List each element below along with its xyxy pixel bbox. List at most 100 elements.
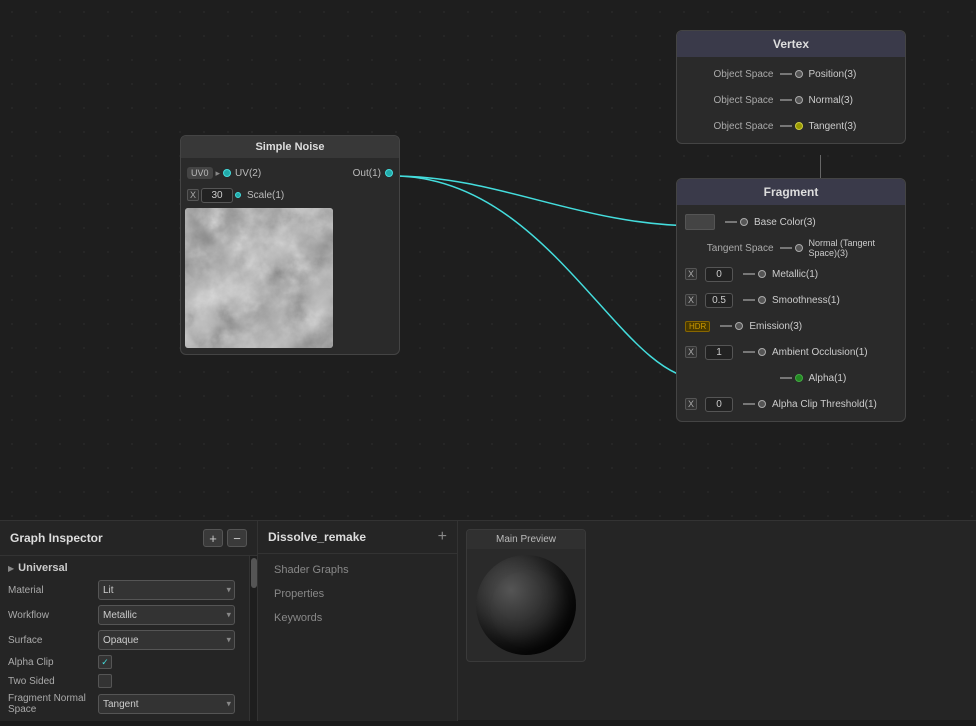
frag-alpha-port-line — [780, 374, 803, 382]
out-port[interactable] — [385, 169, 393, 177]
workflow-label: Workflow — [8, 610, 98, 621]
frag-metallic-connect — [743, 273, 755, 275]
out-label: Out(1) — [353, 168, 381, 179]
frag-smooth-connect — [743, 299, 755, 301]
vertex-normal-row: Object Space Normal(3) — [677, 87, 905, 113]
dissolve-tab-keywords[interactable]: Keywords — [258, 606, 457, 630]
frag-metallic-row: X Metallic(1) — [677, 261, 905, 287]
vertex-position-row: Object Space Position(3) — [677, 61, 905, 87]
hdr-badge: HDR — [685, 321, 710, 332]
vertex-pos-label: Object Space — [685, 69, 774, 80]
frag-norm-port-line — [780, 244, 803, 252]
fragment-title: Fragment — [677, 179, 905, 205]
alpha-clip-label: Alpha Clip — [8, 657, 98, 668]
frag-norm-label: Tangent Space — [685, 243, 774, 254]
uv-arrow1: ▸ — [216, 168, 221, 179]
vertex-pos-port-label: Position(3) — [809, 69, 898, 80]
vertex-title: Vertex — [677, 31, 905, 57]
dissolve-tab-properties[interactable]: Properties — [258, 582, 457, 606]
inspector-scrollbar-thumb[interactable] — [251, 558, 257, 588]
frag-basecolor-label: Base Color(3) — [754, 217, 897, 228]
noise-preview — [185, 208, 333, 348]
two-sided-label: Two Sided — [8, 676, 98, 687]
noise-svg — [185, 208, 333, 348]
bottom-area: Graph Inspector + − ▶ Universal Material… — [0, 520, 976, 720]
frag-ao-port[interactable] — [758, 348, 766, 356]
workflow-row: Workflow Metallic Specular — [8, 605, 249, 625]
workflow-select-wrapper[interactable]: Metallic Specular — [98, 605, 235, 625]
vertex-pos-port-line — [780, 70, 803, 78]
graph-inspector: Graph Inspector + − ▶ Universal Material… — [0, 521, 258, 721]
dissolve-tab-shader-graphs[interactable]: Shader Graphs — [258, 558, 457, 582]
two-sided-checkbox[interactable] — [98, 674, 112, 688]
frag-norm-connect — [780, 247, 792, 249]
frag-metallic-input[interactable] — [705, 267, 733, 282]
frag-norm-port[interactable] — [795, 244, 803, 252]
main-preview-panel: Main Preview — [458, 521, 976, 721]
frag-alpha-port[interactable] — [795, 374, 803, 382]
frag-alphaclip-row: X Alpha Clip Threshold(1) — [677, 391, 905, 417]
uv-in-port[interactable] — [223, 169, 231, 177]
frag-smooth-x: X — [685, 294, 697, 306]
uv-label: UV(2) — [235, 168, 261, 179]
frag-alphaclip-connect — [743, 403, 755, 405]
two-sided-row: Two Sided — [8, 674, 249, 688]
fragment-normal-select[interactable]: Tangent World Object — [98, 694, 235, 714]
material-select[interactable]: Lit Unlit — [98, 580, 235, 600]
frag-metallic-port[interactable] — [758, 270, 766, 278]
vertex-pos-port[interactable] — [795, 70, 803, 78]
fragment-body: Base Color(3) Tangent Space Normal (Tang… — [677, 205, 905, 421]
universal-title: Universal — [18, 562, 68, 574]
frag-basecolor-connect — [725, 221, 737, 223]
frag-basecolor-port[interactable] — [740, 218, 748, 226]
simple-noise-node[interactable]: Simple Noise UV0 ▸ UV(2) Out(1) X Scale(… — [180, 135, 400, 355]
vertex-norm-port[interactable] — [795, 96, 803, 104]
frag-alphaclip-port[interactable] — [758, 400, 766, 408]
frag-alpha-row: Alpha(1) — [677, 365, 905, 391]
frag-metallic-label: Metallic(1) — [772, 269, 897, 280]
frag-metallic-x: X — [685, 268, 697, 280]
alpha-clip-checkbox[interactable]: ✓ — [98, 655, 112, 669]
vertex-tan-port-line — [780, 122, 803, 130]
uv-tag: UV0 — [187, 167, 213, 179]
scale-in-port[interactable] — [235, 192, 241, 198]
material-select-wrapper[interactable]: Lit Unlit — [98, 580, 235, 600]
frag-smooth-port[interactable] — [758, 296, 766, 304]
preview-sphere — [476, 555, 576, 655]
scale-label: Scale(1) — [247, 190, 284, 201]
material-row: Material Lit Unlit — [8, 580, 249, 600]
frag-ao-input[interactable] — [705, 345, 733, 360]
vertex-tan-port-label: Tangent(3) — [809, 121, 898, 132]
vertex-norm-port-label: Normal(3) — [809, 95, 898, 106]
universal-section-header[interactable]: ▶ Universal — [8, 562, 249, 574]
vertex-node[interactable]: Vertex Object Space Position(3) Object S… — [676, 30, 906, 144]
frag-normal-row: Tangent Space Normal (Tangent Space)(3) — [677, 235, 905, 261]
vertex-norm-port-line — [780, 96, 803, 104]
frag-alphaclip-input[interactable] — [705, 397, 733, 412]
vertex-tan-connect — [780, 125, 792, 127]
vertex-tangent-row: Object Space Tangent(3) — [677, 113, 905, 139]
main-preview-title: Main Preview — [467, 530, 585, 549]
frag-smooth-input[interactable] — [705, 293, 733, 308]
vertex-tan-label: Object Space — [685, 121, 774, 132]
simple-noise-title: Simple Noise — [181, 136, 399, 158]
surface-select[interactable]: Opaque Transparent — [98, 630, 235, 650]
dissolve-add-btn[interactable]: + — [438, 529, 447, 545]
inspector-scrollbar[interactable] — [249, 556, 257, 721]
vertex-norm-label: Object Space — [685, 95, 774, 106]
vertex-tan-port[interactable] — [795, 122, 803, 130]
inspector-add-btn[interactable]: + — [203, 529, 223, 547]
frag-smooth-row: X Smoothness(1) — [677, 287, 905, 313]
frag-metallic-port-line — [743, 270, 766, 278]
frag-emission-label: Emission(3) — [749, 321, 897, 332]
inspector-remove-btn[interactable]: − — [227, 529, 247, 547]
fragment-normal-select-wrapper[interactable]: Tangent World Object — [98, 694, 235, 714]
surface-select-wrapper[interactable]: Opaque Transparent — [98, 630, 235, 650]
workflow-select[interactable]: Metallic Specular — [98, 605, 235, 625]
frag-emission-port[interactable] — [735, 322, 743, 330]
scale-value-input[interactable] — [201, 188, 233, 203]
frag-ao-port-line — [743, 348, 766, 356]
fragment-node[interactable]: Fragment Base Color(3) Tangent Space Nor… — [676, 178, 906, 422]
inspector-title: Graph Inspector — [10, 531, 103, 545]
vertex-fragment-connector — [820, 155, 821, 179]
